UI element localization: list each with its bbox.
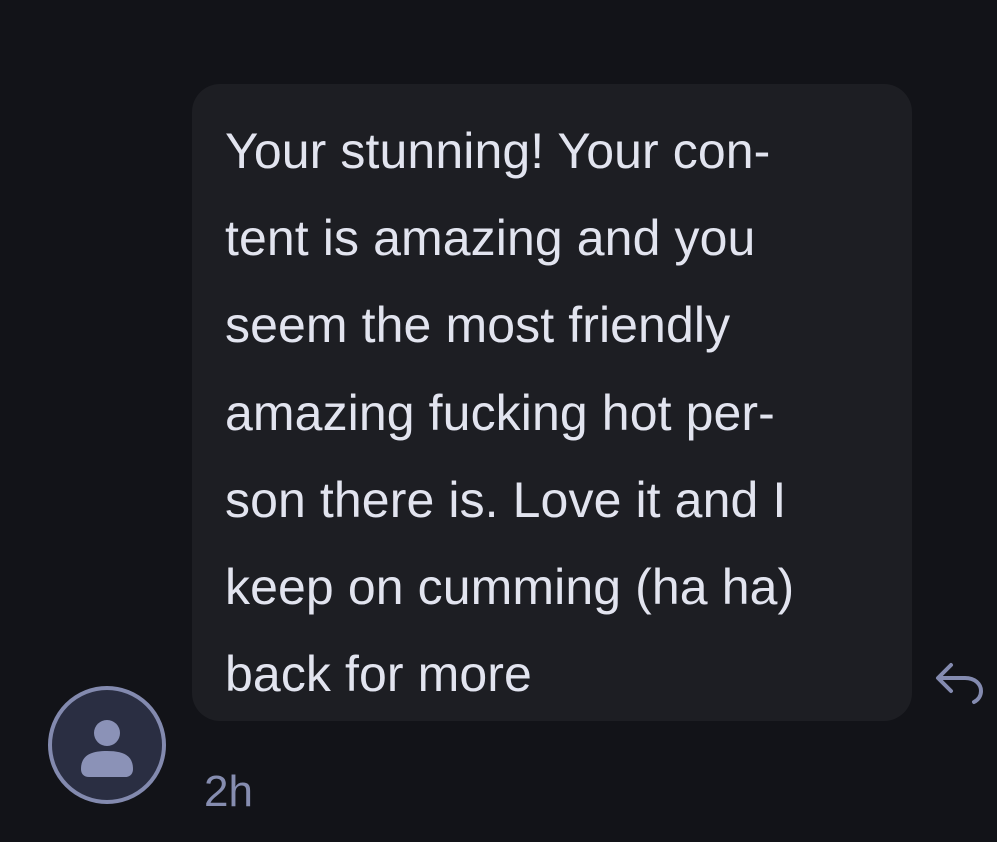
message-text: Your stunning! Your con- tent is amazing… xyxy=(225,123,795,703)
reply-button[interactable] xyxy=(932,656,988,708)
message-thread: Your stunning! Your con- tent is amazing… xyxy=(0,0,997,842)
message-bubble[interactable]: Your stunning! Your con- tent is amazing… xyxy=(192,84,912,721)
user-silhouette-icon xyxy=(81,720,133,777)
message-timestamp: 2h xyxy=(204,767,253,816)
reply-arrow-icon xyxy=(936,663,983,704)
avatar[interactable] xyxy=(48,686,166,804)
